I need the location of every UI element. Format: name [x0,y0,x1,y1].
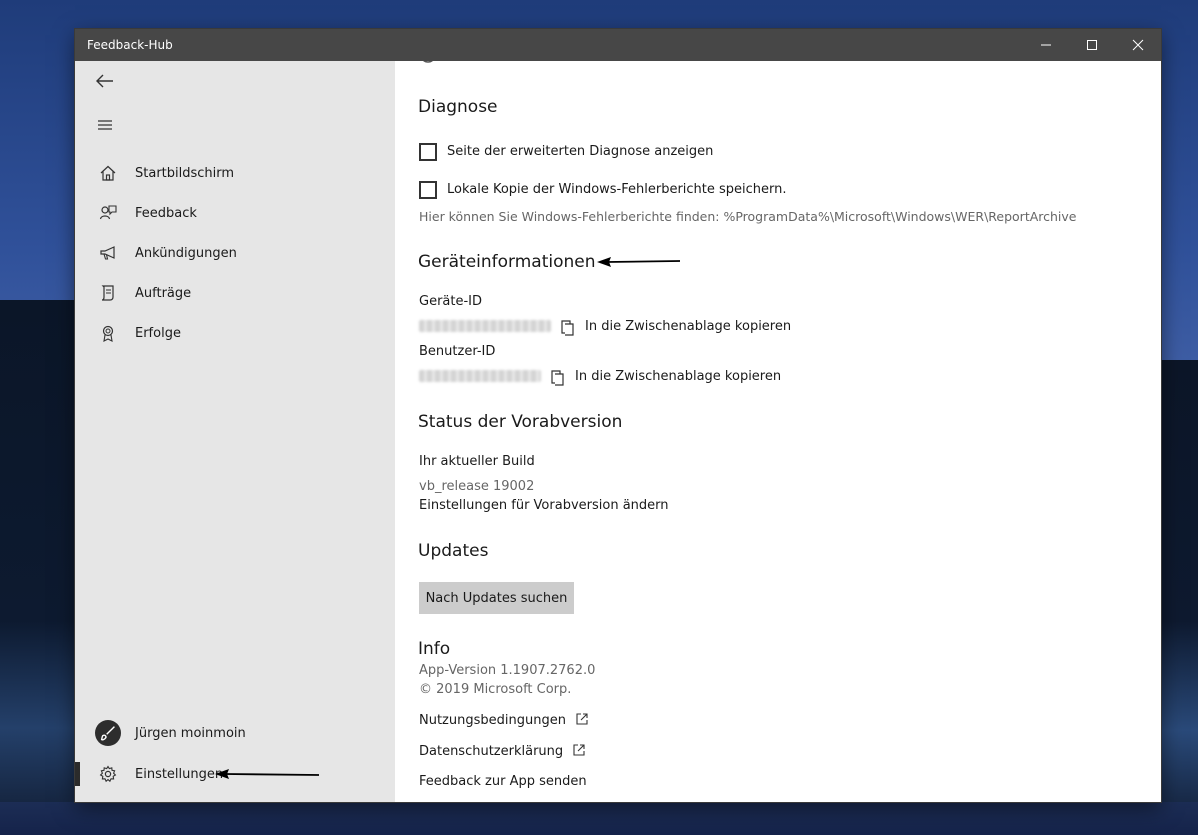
quest-icon [75,284,129,302]
maximize-icon [1087,40,1097,50]
updates-heading: Updates [418,541,489,561]
sidebar-item-erfolge[interactable]: Erfolge [75,313,395,353]
sidebar-user-account[interactable]: Jürgen moinmoin [75,713,395,753]
back-button[interactable] [85,61,125,101]
sidebar: Startbildschirm Feedback Ankündigungen A… [75,61,395,802]
preview-status-heading: Status der Vorabversion [418,412,623,432]
sidebar-item-ankuendigungen[interactable]: Ankündigungen [75,233,395,273]
scrolled-radio-icon [423,61,433,63]
sidebar-item-label: Feedback [135,205,197,221]
privacy-link[interactable]: Datenschutzerklärung [419,744,585,759]
avatar [75,720,129,746]
feedback-hub-window: Feedback-Hub Startbildschirm Feedback An… [75,29,1161,802]
current-build-value: vb_release 19002 [419,479,535,494]
minimize-icon [1041,44,1051,46]
check-updates-button[interactable]: Nach Updates suchen [419,582,574,614]
advanced-diagnostics-label: Seite der erweiterten Diagnose anzeigen [447,144,714,159]
send-app-feedback-link[interactable]: Feedback zur App senden [419,774,587,789]
wer-path-note: Hier können Sie Windows-Fehlerberichte f… [419,209,1077,224]
user-id-label: Benutzer-ID [419,344,496,359]
wer-local-copy-checkbox[interactable] [419,181,437,199]
wer-local-copy-label: Lokale Kopie der Windows-Fehlerberichte … [447,182,787,197]
medal-icon [75,324,129,342]
advanced-diagnostics-checkbox[interactable] [419,143,437,161]
feedback-icon [75,204,129,222]
user-name: Jürgen moinmoin [135,725,246,741]
settings-content: Diagnose Seite der erweiterten Diagnose … [395,61,1161,802]
brush-icon [100,726,115,741]
wallpaper-lake [0,802,1198,835]
hamburger-menu-button[interactable] [85,105,125,145]
app-version: App-Version 1.1907.2762.0 [419,663,596,678]
info-heading: Info [418,639,451,659]
change-preview-settings-link[interactable]: Einstellungen für Vorabversion ändern [419,498,669,513]
external-link-icon [573,744,585,756]
minimize-button[interactable] [1023,29,1069,61]
sidebar-item-label: Ankündigungen [135,245,237,261]
current-build-label: Ihr aktueller Build [419,454,535,469]
wallpaper-trees-left [0,300,76,835]
sidebar-item-startbildschirm[interactable]: Startbildschirm [75,153,395,193]
title-bar[interactable]: Feedback-Hub [75,29,1161,61]
sidebar-item-label: Erfolge [135,325,181,341]
sidebar-item-feedback[interactable]: Feedback [75,193,395,233]
user-id-value-redacted [419,370,541,382]
privacy-link-label: Datenschutzerklärung [419,744,564,759]
close-icon [1132,39,1144,51]
annotation-arrow-icon [597,257,681,267]
back-arrow-icon [96,74,113,88]
copy-icon[interactable] [559,318,577,336]
diagnose-heading: Diagnose [418,97,498,117]
home-icon [75,164,129,182]
close-button[interactable] [1115,29,1161,61]
wallpaper-trees-right [1160,360,1198,835]
megaphone-icon [75,244,129,262]
device-info-heading: Geräteinformationen [418,252,596,272]
sidebar-item-label: Einstellungen [135,766,224,782]
external-link-icon [576,713,588,725]
terms-link[interactable]: Nutzungsbedingungen [419,713,588,728]
annotation-arrow-icon [215,769,320,779]
gear-icon [75,765,129,783]
copy-icon[interactable] [549,368,567,386]
hamburger-icon [98,120,112,130]
sidebar-item-auftraege[interactable]: Aufträge [75,273,395,313]
device-id-value-redacted [419,320,551,332]
copy-device-id-link[interactable]: In die Zwischenablage kopieren [585,319,791,334]
device-id-label: Geräte-ID [419,294,483,309]
sidebar-item-label: Aufträge [135,285,192,301]
maximize-button[interactable] [1069,29,1115,61]
copyright: © 2019 Microsoft Corp. [419,682,572,697]
sidebar-item-label: Startbildschirm [135,165,235,181]
window-title: Feedback-Hub [87,38,173,52]
copy-user-id-link[interactable]: In die Zwischenablage kopieren [575,369,781,384]
terms-link-label: Nutzungsbedingungen [419,713,566,728]
